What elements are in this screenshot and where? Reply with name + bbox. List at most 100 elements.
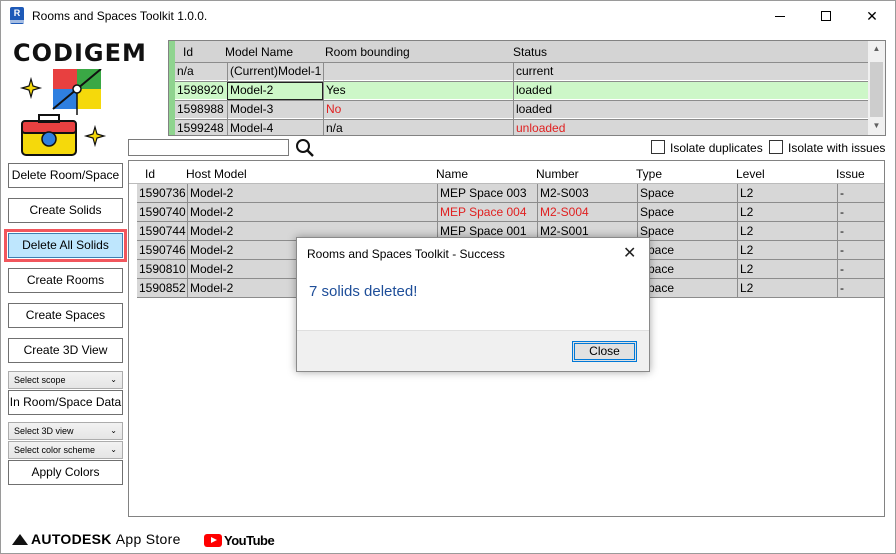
space-id: 1590852: [139, 281, 186, 295]
create-spaces-button[interactable]: Create Spaces: [8, 303, 123, 328]
models-grid-header: Id Model Name Room bounding Status: [169, 41, 869, 62]
space-level: L2: [737, 203, 837, 222]
minimize-icon: [775, 15, 785, 17]
spaces-grid-header: Id Host Model Name Number Type Level Iss…: [129, 161, 884, 184]
space-id: 1590740: [139, 205, 186, 219]
space-name: MEP Space 003: [437, 184, 537, 203]
models-col-name[interactable]: Model Name: [225, 45, 293, 59]
logo-art-icon: [19, 69, 107, 156]
models-scrollbar[interactable]: ▲ ▼: [868, 41, 885, 135]
model-id: 1598920: [177, 83, 224, 97]
table-row[interactable]: n/a (Current)Model-1 current: [175, 62, 869, 81]
create-rooms-button[interactable]: Create Rooms: [8, 268, 123, 293]
table-row-selected[interactable]: 1598920 Model-2 Yes loaded: [175, 81, 869, 100]
model-id: 1599248: [177, 121, 224, 135]
space-issue: -: [837, 203, 884, 222]
search-icon[interactable]: [295, 138, 315, 158]
app-store-label: App Store: [115, 531, 181, 547]
in-room-space-data-button[interactable]: In Room/Space Data: [8, 390, 123, 415]
search-input[interactable]: [128, 139, 289, 156]
scope-select[interactable]: Select scope ⌄: [8, 371, 123, 389]
model-status: unloaded: [513, 120, 869, 135]
maximize-icon: [821, 11, 831, 21]
model-status: loaded: [513, 82, 869, 100]
window-title: Rooms and Spaces Toolkit 1.0.0.: [32, 9, 208, 23]
apply-colors-button[interactable]: Apply Colors: [8, 460, 123, 485]
space-number: M2-S003: [537, 184, 637, 203]
create-solids-button[interactable]: Create Solids: [8, 198, 123, 223]
model-name: (Current)Model-1: [227, 63, 323, 81]
scroll-down-icon[interactable]: ▼: [868, 121, 885, 130]
space-issue: -: [837, 184, 884, 203]
space-type: Space: [637, 222, 737, 241]
model-status: loaded: [513, 101, 869, 119]
model-bounding: n/a: [323, 120, 513, 135]
model-bounding: Yes: [323, 82, 513, 100]
spaces-col-host[interactable]: Host Model: [186, 167, 247, 181]
model-id: 1598988: [177, 102, 224, 116]
space-level: L2: [737, 260, 837, 279]
close-window-button[interactable]: ✕: [849, 1, 895, 31]
model-bounding: [323, 63, 513, 81]
table-row[interactable]: 1590736 Model-2 MEP Space 003 M2-S003 Sp…: [137, 184, 884, 203]
3d-view-select[interactable]: Select 3D view ⌄: [8, 422, 123, 440]
space-issue: -: [837, 241, 884, 260]
isolate-issues-checkbox[interactable]: [769, 140, 783, 154]
app-icon-letter: R: [13, 8, 21, 18]
title-bar: R Rooms and Spaces Toolkit 1.0.0. ✕: [1, 1, 895, 31]
spaces-col-type[interactable]: Type: [636, 167, 662, 181]
dialog-close-button[interactable]: Close: [572, 341, 637, 362]
dialog-title: Rooms and Spaces Toolkit - Success: [307, 247, 505, 261]
space-name: MEP Space 004: [437, 203, 537, 222]
color-scheme-select[interactable]: Select color scheme ⌄: [8, 441, 123, 459]
spaces-col-level[interactable]: Level: [736, 167, 765, 181]
youtube-wordmark: YouTube: [224, 532, 275, 548]
space-host: Model-2: [187, 203, 437, 222]
scroll-thumb[interactable]: [870, 62, 883, 117]
autodesk-logo-icon: [12, 534, 28, 545]
scroll-up-icon[interactable]: ▲: [868, 44, 885, 53]
spaces-col-issue[interactable]: Issue: [836, 167, 865, 181]
chevron-down-icon: ⌄: [110, 375, 117, 384]
models-col-status[interactable]: Status: [513, 45, 547, 59]
app-icon: R: [10, 7, 24, 24]
dialog-footer: Close: [297, 330, 649, 371]
space-issue: -: [837, 222, 884, 241]
table-row[interactable]: 1599248 Model-4 n/a unloaded: [175, 119, 869, 135]
space-issue: -: [837, 279, 884, 298]
table-row[interactable]: 1598988 Model-3 No loaded: [175, 100, 869, 119]
models-col-id[interactable]: Id: [183, 45, 193, 59]
create-3d-view-button[interactable]: Create 3D View: [8, 338, 123, 363]
space-id: 1590744: [139, 224, 186, 238]
model-status: current: [513, 63, 869, 81]
model-name: Model-4: [227, 120, 323, 135]
chevron-down-icon: ⌄: [110, 445, 117, 454]
model-name: Model-2: [227, 82, 323, 100]
codigem-logo: CODIGEM: [13, 39, 147, 67]
dialog-message: 7 solids deleted!: [309, 283, 418, 300]
space-id: 1590810: [139, 262, 186, 276]
space-host: Model-2: [187, 184, 437, 203]
space-level: L2: [737, 279, 837, 298]
spaces-col-id[interactable]: Id: [145, 167, 155, 181]
delete-all-solids-button[interactable]: Delete All Solids: [4, 229, 127, 262]
model-id: n/a: [177, 64, 194, 78]
minimize-button[interactable]: [757, 1, 803, 31]
spaces-col-name[interactable]: Name: [436, 167, 468, 181]
models-col-bounding[interactable]: Room bounding: [325, 45, 410, 59]
space-level: L2: [737, 184, 837, 203]
autodesk-app-store-link[interactable]: AUTODESK App Store: [12, 531, 181, 547]
spaces-col-number[interactable]: Number: [536, 167, 579, 181]
youtube-link[interactable]: YouTube: [204, 532, 275, 548]
space-id: 1590746: [139, 243, 186, 257]
space-level: L2: [737, 222, 837, 241]
delete-room-space-button[interactable]: Delete Room/Space: [8, 163, 123, 188]
maximize-button[interactable]: [803, 1, 849, 31]
isolate-duplicates-checkbox[interactable]: [651, 140, 665, 154]
isolate-duplicates-label: Isolate duplicates: [670, 141, 763, 155]
space-issue: -: [837, 260, 884, 279]
close-icon[interactable]: ✕: [623, 243, 636, 263]
space-type: Space: [637, 279, 737, 298]
scope-select-value: Select scope: [14, 375, 66, 385]
table-row[interactable]: 1590740 Model-2 MEP Space 004 M2-S004 Sp…: [137, 203, 884, 222]
